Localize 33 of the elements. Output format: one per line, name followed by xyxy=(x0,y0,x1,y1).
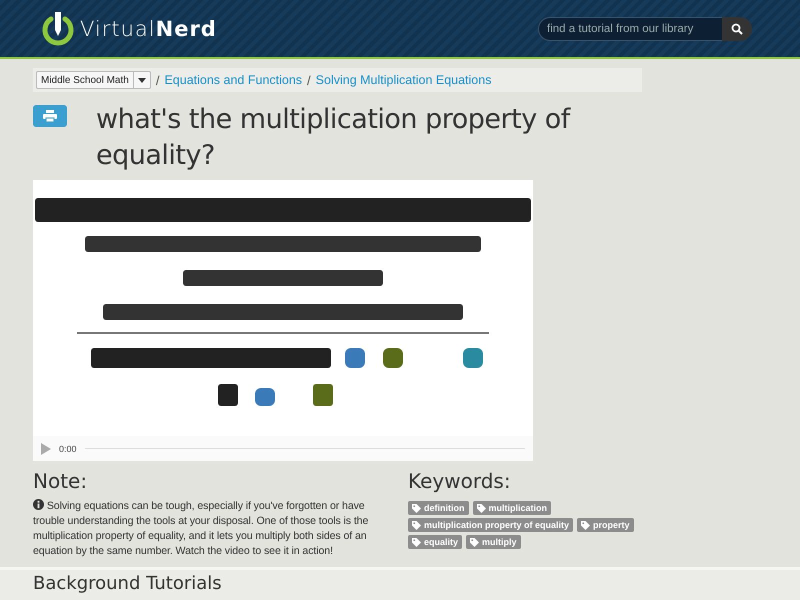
play-icon[interactable] xyxy=(41,442,51,454)
print-button[interactable] xyxy=(33,105,67,127)
tag-icon xyxy=(412,504,421,512)
keyword-tag[interactable]: definition xyxy=(408,501,468,515)
keyword-tag[interactable]: property xyxy=(577,518,634,532)
search-button[interactable] xyxy=(722,16,752,40)
tag-icon xyxy=(476,504,486,512)
caret-icon xyxy=(138,78,146,82)
pencil-power-icon xyxy=(40,10,76,46)
keyword-tag[interactable]: equality xyxy=(408,535,462,549)
keyword-tag[interactable]: multiply xyxy=(466,535,521,549)
tag-icon xyxy=(581,520,590,530)
tag-icon xyxy=(412,538,421,546)
info-icon xyxy=(33,499,44,510)
page-title: what's the multiplication property of equality? xyxy=(96,103,572,173)
breadcrumb-link[interactable]: Equations and Functions xyxy=(164,73,302,87)
subject-dropdown[interactable]: Middle School Math xyxy=(36,71,151,89)
keyword-tag[interactable]: multiplication xyxy=(472,501,551,515)
tag-icon xyxy=(470,538,480,546)
search-icon xyxy=(731,22,743,34)
breadcrumb-link[interactable]: Solving Multiplication Equations xyxy=(316,73,492,87)
separator: / xyxy=(307,72,311,88)
section-heading: Background Tutorials xyxy=(33,573,223,595)
tag-icon xyxy=(412,520,421,530)
note-text: Solving equations can be tough, especially if you've forgotten or have trouble understanding the tools at your disposal. One of those tools is the multiplication property of equality, and it lets you multiply both sides of an equation by the same number. Watch the video to see it in action! xyxy=(33,499,370,559)
keywords-heading: Keywords: xyxy=(408,469,512,493)
search-field[interactable]: find a tutorial from our library xyxy=(538,16,722,40)
video-time: 0:00 xyxy=(59,444,77,454)
keyword-tag[interactable]: multiplication property of equality xyxy=(408,518,574,532)
separator: / xyxy=(156,72,160,88)
note-heading: Note: xyxy=(33,469,88,493)
printer-icon xyxy=(43,110,57,122)
logo-text[interactable]: Virtual Nerd xyxy=(80,16,217,40)
